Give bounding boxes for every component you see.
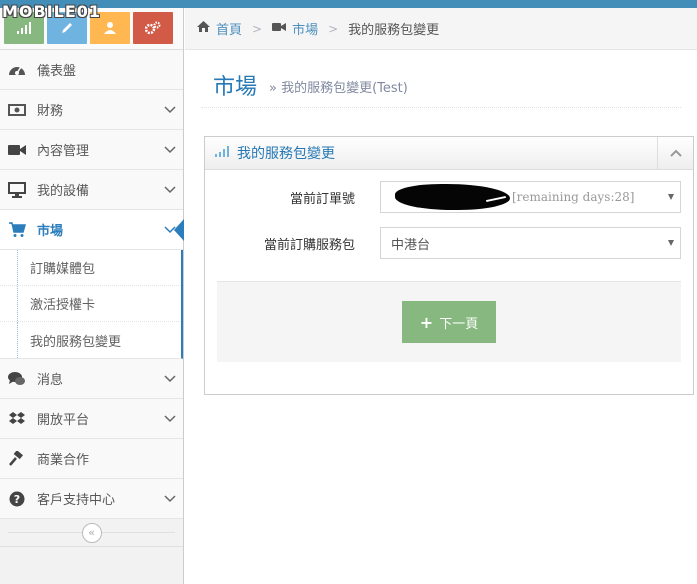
gavel-icon: [7, 450, 27, 468]
page-header: 市場 » 我的服務包變更(Test): [201, 62, 681, 108]
sidebar-item-open-platform[interactable]: 開放平台: [0, 399, 183, 439]
sidebar-item-label: 客戶支持中心: [37, 493, 116, 508]
plus-icon: +: [419, 312, 434, 332]
sidebar-item-messages[interactable]: 消息: [0, 359, 183, 399]
sidebar-item-label: 商業合作: [37, 453, 90, 468]
shortcut-cogs-button[interactable]: [133, 12, 173, 44]
breadcrumb: 首頁 > 市場 > 我的服務包變更: [185, 8, 697, 50]
package-label: 當前訂購服務包: [263, 237, 355, 253]
video-camera-icon: [272, 21, 287, 36]
question-circle-icon: ?: [7, 490, 27, 508]
breadcrumb-market-label: 市場: [292, 23, 319, 38]
caret-down-icon: [668, 240, 674, 246]
chevron-down-icon: [157, 494, 183, 503]
submenu-item-activate-card[interactable]: 激活授權卡: [0, 286, 181, 322]
submenu-item-order-media[interactable]: 訂購媒體包: [0, 250, 181, 286]
video-camera-icon: [7, 141, 27, 159]
sidebar-item-label: 財務: [37, 104, 64, 119]
caret-down-icon: [668, 194, 674, 200]
money-icon: [7, 101, 27, 119]
breadcrumb-home[interactable]: 首頁: [197, 19, 242, 38]
desktop-icon: [7, 181, 27, 199]
market-submenu: 訂購媒體包 激活授權卡 我的服務包變更: [0, 250, 183, 359]
sidebar-item-support[interactable]: ? 客戶支持中心: [0, 479, 183, 519]
sidebar-item-label: 開放平台: [37, 413, 90, 428]
chevron-down-icon: [157, 414, 183, 423]
shopping-cart-icon: [7, 221, 27, 239]
package-change-widget: 我的服務包變更 當前訂單號 [remaining days:28] 當前訂購服務…: [204, 136, 694, 395]
sidebar-item-label: 我的設備: [37, 184, 90, 199]
next-page-button[interactable]: + 下一頁: [402, 301, 496, 343]
widget-collapse-button[interactable]: [657, 136, 693, 170]
chevron-down-icon: [157, 185, 183, 194]
sidebar: 儀表盤 財務 內容管理 我的設備 市場 訂購媒體包 激活授權卡 我的服務包變更: [0, 8, 184, 584]
chevron-up-icon: [669, 149, 682, 157]
users-icon: [104, 22, 116, 34]
dropbox-icon: [7, 410, 27, 428]
main-content: 首頁 > 市場 > 我的服務包變更 市場 » 我的服務包變更(Test) 我的服…: [185, 8, 697, 584]
sidebar-item-dashboard[interactable]: 儀表盤: [0, 50, 183, 90]
widget-header: 我的服務包變更: [205, 136, 693, 170]
signal-icon: [17, 22, 31, 34]
chevron-down-icon: [157, 225, 183, 234]
sidebar-item-label: 市場: [37, 224, 64, 239]
home-icon: [197, 21, 210, 36]
page-subtitle-text: 我的服務包變更(Test): [281, 81, 408, 96]
chevron-down-icon: [157, 145, 183, 154]
redacted-order-number: [395, 184, 510, 210]
sidebar-item-market[interactable]: 市場: [0, 210, 184, 250]
chevron-down-icon: [157, 105, 183, 114]
breadcrumb-separator-icon: >: [328, 21, 339, 36]
breadcrumb-home-label: 首頁: [216, 23, 243, 38]
package-select[interactable]: 中港台: [380, 227, 681, 259]
signal-icon: [215, 145, 230, 161]
collapse-sidebar-button[interactable]: «: [81, 522, 102, 543]
submenu-item-package-change[interactable]: 我的服務包變更: [0, 322, 181, 358]
breadcrumb-separator-icon: >: [252, 21, 263, 36]
package-select-value: 中港台: [391, 237, 431, 253]
page-subtitle: » 我的服務包變更(Test): [269, 81, 408, 96]
remaining-days-text: [remaining days:28]: [512, 190, 635, 204]
sidebar-item-label: 消息: [37, 373, 64, 388]
svg-text:?: ?: [14, 493, 20, 506]
double-left-icon: «: [88, 526, 95, 539]
form-row-package: 當前訂購服務包 中港台: [205, 227, 695, 259]
pencil-icon: [62, 23, 72, 33]
breadcrumb-current: 我的服務包變更: [348, 23, 440, 38]
form-actions: + 下一頁: [217, 281, 681, 362]
sidebar-item-label: 內容管理: [37, 144, 90, 159]
page-title: 市場: [213, 74, 258, 100]
next-page-label: 下一頁: [439, 316, 479, 332]
form-row-order: 當前訂單號 [remaining days:28]: [205, 181, 695, 213]
order-number-label: 當前訂單號: [289, 191, 355, 207]
widget-title: 我的服務包變更: [237, 146, 335, 162]
sidebar-item-devices[interactable]: 我的設備: [0, 170, 183, 210]
sidebar-item-content[interactable]: 內容管理: [0, 130, 183, 170]
order-number-select[interactable]: [remaining days:28]: [380, 181, 681, 213]
top-navbar: [0, 0, 697, 8]
chevron-down-icon: [157, 374, 183, 383]
dashboard-icon: [7, 61, 27, 79]
sidebar-collapse-bar: «: [0, 519, 183, 547]
sidebar-item-label: 儀表盤: [37, 64, 77, 79]
sidebar-item-finance[interactable]: 財務: [0, 90, 183, 130]
cogs-icon: [145, 21, 161, 35]
breadcrumb-market[interactable]: 市場: [272, 19, 318, 38]
comments-icon: [7, 370, 27, 388]
sidebar-item-business[interactable]: 商業合作: [0, 439, 183, 479]
watermark: MOBILE01: [2, 2, 102, 21]
